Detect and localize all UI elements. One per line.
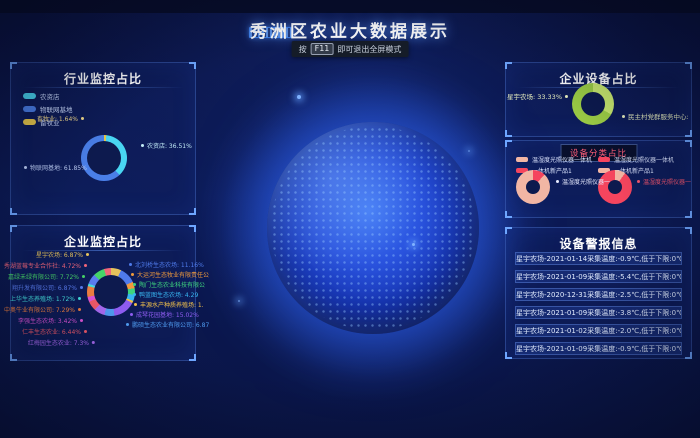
corner-accent xyxy=(505,211,512,218)
glow-dot xyxy=(297,95,301,99)
globe-visualization xyxy=(267,122,479,334)
alarm-row: 星宇农场-2021-01-14采集温度:-0.9℃,低于下限:0℃ xyxy=(515,252,682,265)
corner-accent xyxy=(189,62,196,69)
panel-title-enterprise: 企业监控占比 xyxy=(11,233,195,250)
legend-swatch-icon xyxy=(23,93,36,99)
alarm-row: 星宇农场-2021-01-09采集温度:-3.8℃,低于下限:0℃ xyxy=(515,306,682,319)
legend-item[interactable]: 温湿度光照仪器一体机 xyxy=(516,155,592,164)
legend-swatch-icon xyxy=(23,106,36,112)
category-donut-right[interactable] xyxy=(598,170,632,204)
chart-label: 中奥牛业有限公司: 7.29% xyxy=(4,307,81,315)
legend-swatch-icon xyxy=(23,119,36,125)
glow-dot xyxy=(412,243,415,246)
chart-label: 红梅园生态农业: 7.3% xyxy=(28,340,95,348)
corner-accent xyxy=(189,225,196,232)
corner-accent xyxy=(685,227,692,234)
corner-accent xyxy=(10,354,17,361)
chart-label: 鸭蓝图生态农场: 4.29 xyxy=(133,292,198,300)
chart-label: 陶门生态农业科技有限公 xyxy=(133,282,205,290)
chart-label: 温湿度光照仪器一 xyxy=(637,177,691,186)
alarm-list: 星宇农场-2021-01-14采集温度:-0.9℃,低于下限:0℃ 星宇农场-2… xyxy=(515,252,682,355)
corner-accent xyxy=(505,140,512,147)
glow-dot xyxy=(468,150,470,152)
page-title: 秀洲区农业大数据展示 xyxy=(0,17,700,42)
legend-swatch-icon xyxy=(598,157,610,162)
chart-label: 丰源水产种质养殖场: 1. xyxy=(134,302,204,310)
corner-accent xyxy=(505,227,512,234)
panel-enterprise-monitor: 企业监控占比 星宇农场: 6.87% 秀湖蓝莓专业合作社: 4.72% 嘉绿禾绿… xyxy=(10,225,196,361)
chart-label: 温湿度光照仪器一 xyxy=(556,177,610,186)
panel-title-divider xyxy=(22,87,184,88)
chart-label: 鹏硕生态农业有限公司: 6.87 xyxy=(126,322,209,330)
industry-donut-chart[interactable] xyxy=(81,135,127,181)
glow-dot xyxy=(238,300,240,302)
legend-item[interactable]: 物联网基地 xyxy=(23,104,73,114)
chart-label: 物联网基地: 61.85% xyxy=(24,165,87,173)
device-donut-chart[interactable] xyxy=(572,83,614,125)
panel-device-category: 设备分类占比 温湿度光照仪器一体机 一体机新产品1 温湿度光照仪器一体机 xyxy=(505,140,692,218)
corner-accent xyxy=(10,225,17,232)
chart-label: 翔升发有限公司: 6.87% xyxy=(12,285,83,293)
chart-label: 李强生态农场: 3.42% xyxy=(18,318,83,326)
chart-label: 仁丰生态农业: 6.44% xyxy=(22,329,87,337)
enterprise-donut-chart[interactable] xyxy=(87,268,135,316)
corner-accent xyxy=(505,352,512,359)
category-donut-left[interactable] xyxy=(516,170,550,204)
dashboard-screen: 秀洲区农业大数据展示 按 F11 即可退出全屏模式 行业监控占比 农资店 物联网… xyxy=(0,0,700,438)
corner-accent xyxy=(685,62,692,69)
legend-item[interactable]: 畜牧业 xyxy=(23,117,73,127)
panel-title-alarms: 设备警报信息 xyxy=(506,235,691,252)
chart-label: 秀湖蓝莓专业合作社: 4.72% xyxy=(4,263,87,271)
fullscreen-tip: 按 F11 即可退出全屏模式 xyxy=(292,41,409,57)
corner-accent xyxy=(189,354,196,361)
alarm-row: 星宇农场-2021-01-09采集温度:-0.9℃,低于下限:0℃ xyxy=(515,342,682,355)
corner-accent xyxy=(505,62,512,69)
corner-accent xyxy=(685,211,692,218)
chart-label: 上华生态养殖场: 1.72% xyxy=(10,296,81,304)
chart-label: 北刘桥生态农场: 11.16% xyxy=(129,262,204,270)
chart-label: 民主村党群服务中心: xyxy=(622,113,689,121)
corner-accent xyxy=(685,352,692,359)
chart-label: 成琴花园基地: 15.02% xyxy=(130,312,199,320)
legend-label: 温湿度光照仪器一体机 xyxy=(532,155,592,164)
f11-keycap: F11 xyxy=(311,43,334,55)
legend-item[interactable]: 农资店 xyxy=(23,91,73,101)
legend-label: 畜牧业 xyxy=(40,117,60,127)
corner-accent xyxy=(189,208,196,215)
corner-accent xyxy=(505,130,512,137)
corner-accent xyxy=(685,140,692,147)
corner-accent xyxy=(685,130,692,137)
panel-industry-monitor: 行业监控占比 农资店 物联网基地 畜牧业 xyxy=(10,62,196,215)
chart-label: 农资店: 36.51% xyxy=(141,143,192,151)
industry-legend: 农资店 物联网基地 畜牧业 xyxy=(23,91,73,127)
legend-label: 物联网基地 xyxy=(40,104,73,114)
alarm-row: 星宇农场-2021-01-09采集温度:-5.4℃,低于下限:0℃ xyxy=(515,270,682,283)
panel-device-ratio: 企业设备占比 星宇农场: 33.33% 民主村党群服务中心: xyxy=(505,62,692,137)
legend-swatch-icon xyxy=(516,157,528,162)
panel-title-divider xyxy=(22,250,184,251)
corner-accent xyxy=(10,62,17,69)
fullscreen-tip-suffix: 即可退出全屏模式 xyxy=(337,44,401,55)
corner-accent xyxy=(10,208,17,215)
top-bar xyxy=(0,0,700,13)
legend-item[interactable]: 温湿度光照仪器一体机 xyxy=(598,155,674,164)
chart-label: 大运河生态牧业有限责任公 xyxy=(131,272,209,280)
chart-label: 嘉绿禾绿有限公司: 7.72% xyxy=(8,274,85,282)
chart-label: 星宇农场: 33.33% xyxy=(507,93,568,101)
legend-label: 温湿度光照仪器一体机 xyxy=(614,155,674,164)
alarm-row: 星宇农场-2021-01-02采集温度:-2.0℃,低于下限:0℃ xyxy=(515,324,682,337)
chart-label: 星宇农场: 6.87% xyxy=(36,252,89,260)
panel-title-industry: 行业监控占比 xyxy=(11,70,195,87)
alarm-row: 星宇农场-2020-12-31采集温度:-2.5℃,低于下限:0℃ xyxy=(515,288,682,301)
legend-label: 农资店 xyxy=(40,91,60,101)
fullscreen-tip-prefix: 按 xyxy=(299,44,307,55)
panel-device-alarms: 设备警报信息 星宇农场-2021-01-14采集温度:-0.9℃,低于下限:0℃… xyxy=(505,227,692,359)
